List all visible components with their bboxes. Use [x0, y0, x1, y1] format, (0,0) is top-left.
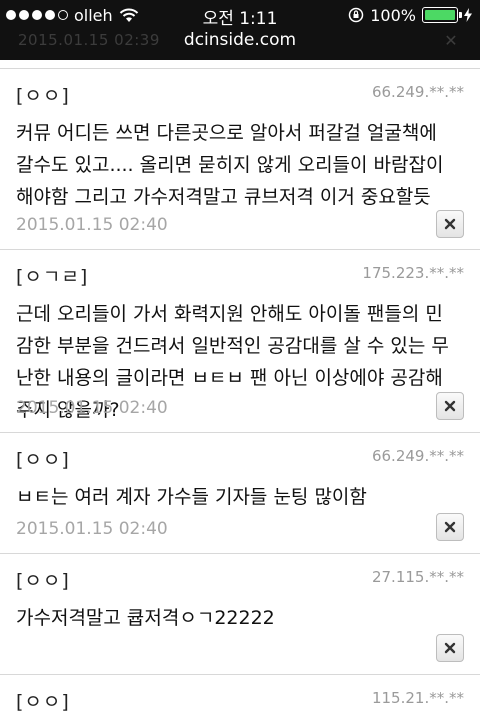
- delete-comment-button[interactable]: [436, 210, 464, 238]
- comment-ip: 27.115.**.**: [371, 568, 464, 586]
- comment-author: [ㅇㅇ]: [16, 691, 70, 713]
- comment-item: [ㅇㅇ] 115.21.**.**: [0, 674, 480, 720]
- comment-item: [ㅇㅇ] 66.249.**.** 커뮤 어디든 쓰면 다른곳으로 알아서 퍼갈…: [0, 68, 480, 249]
- url-bar[interactable]: dcinside.com: [0, 30, 480, 50]
- comment-text: 커뮤 어디든 쓰면 다른곳으로 알아서 퍼갈걸 얼굴책에 갈수도 있고.... …: [16, 122, 444, 208]
- browser-top-bar: 2015.01.15 02:39 ✕ olleh 오전 1:11 100% dc…: [0, 0, 480, 60]
- charging-icon: [464, 8, 472, 22]
- comment-author: [ㅇㅇ]: [16, 85, 70, 107]
- battery-icon: [422, 7, 462, 23]
- comment-item: [ㅇㅇ] 27.115.**.** 가수저격말고 큡저격ㅇㄱ22222: [0, 553, 480, 674]
- comment-ip: 115.21.**.**: [371, 689, 464, 707]
- comment-item: [ㅇㄱㄹ] 175.223.**.** 근데 오리들이 가서 화력지원 안해도 …: [0, 249, 480, 432]
- comment-ip: 66.249.**.**: [371, 447, 464, 465]
- comment-text: 가수저격말고 큡저격ㅇㄱ22222: [16, 607, 275, 629]
- comment-date: 2015.01.15 02:40: [16, 398, 168, 418]
- comment-item: [ㅇㅇ] 66.249.**.** ㅂㅌ는 여러 계자 가수들 기자들 눈팅 많…: [0, 432, 480, 553]
- rotation-lock-icon: [349, 7, 364, 23]
- comment-date: 2015.01.15 02:40: [16, 215, 168, 235]
- delete-comment-button[interactable]: [436, 513, 464, 541]
- battery-percent: 100%: [370, 5, 416, 25]
- close-icon: [444, 521, 456, 533]
- status-bar-right: 100%: [348, 4, 472, 26]
- comment-author: [ㅇㄱㄹ]: [16, 266, 89, 288]
- close-icon: [444, 218, 456, 230]
- comment-author: [ㅇㅇ]: [16, 449, 70, 471]
- comment-author: [ㅇㅇ]: [16, 570, 70, 592]
- close-icon: [444, 642, 456, 654]
- comment-ip: 175.223.**.**: [362, 264, 464, 282]
- close-icon: [444, 400, 456, 412]
- comment-text: ㅂㅌ는 여러 계자 가수들 기자들 눈팅 많이함: [16, 486, 367, 508]
- comment-date: 2015.01.15 02:40: [16, 519, 168, 539]
- comment-ip: 66.249.**.**: [371, 83, 464, 101]
- delete-comment-button[interactable]: [436, 392, 464, 420]
- delete-comment-button[interactable]: [436, 634, 464, 662]
